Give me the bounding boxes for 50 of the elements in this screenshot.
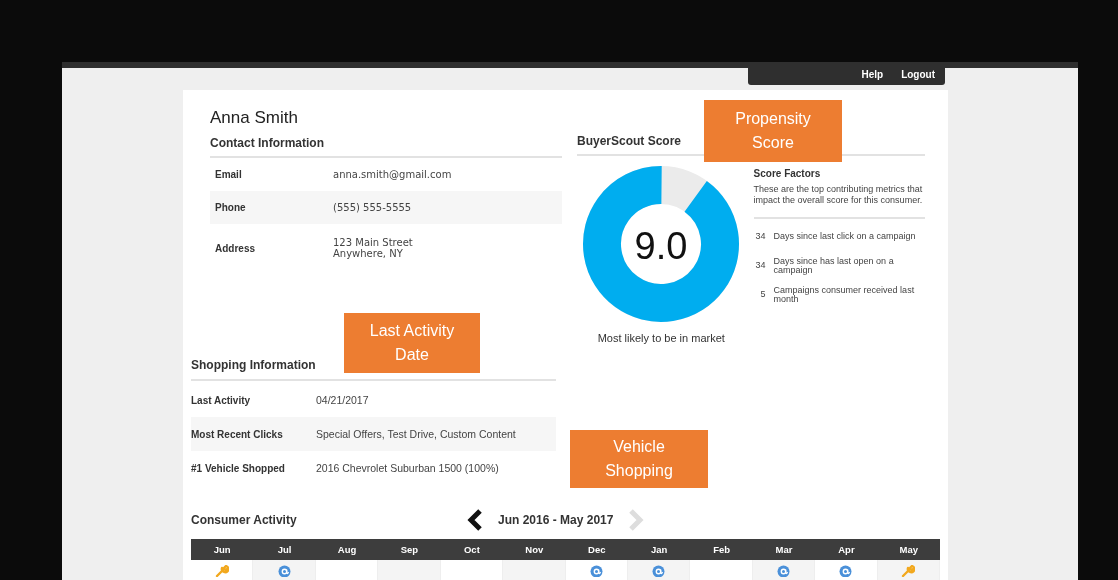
callout-label: Vehicle Shopping (570, 430, 708, 488)
field-label: Most Recent Clicks (191, 428, 284, 440)
field-value: 123 Main Street Anywhere, NY (333, 237, 413, 259)
wrench-icon (214, 565, 229, 577)
score-caption: Most likely to be in market (597, 332, 725, 344)
date-range: Jun 2016 - May 2017 (498, 513, 614, 527)
wrench-icon (901, 565, 916, 577)
month-header: Mar (752, 539, 816, 560)
email-icon (652, 565, 666, 577)
field-value: Special Offers, Test Drive, Custom Content (316, 428, 516, 440)
factor-count: 34 (754, 232, 766, 242)
month-header: Apr (815, 539, 878, 560)
factor-text: Campaigns consumer received last month (773, 285, 916, 305)
consumer-name: Anna Smith (210, 108, 299, 128)
field-value: anna.smith@gmail.com (333, 169, 452, 180)
month-header: Sep (378, 539, 441, 560)
email-icon (589, 565, 603, 577)
top-link[interactable]: Help (861, 68, 884, 85)
month-header: Nov (503, 539, 566, 560)
email-icon (839, 565, 853, 577)
factor-text: Days since has last open on a campaign (773, 256, 895, 276)
field-label: #1 Vehicle Shopped (191, 462, 286, 474)
month-header: Jul (253, 539, 316, 560)
field-label: Email (215, 169, 243, 180)
callout-label: Propensity Score (704, 100, 842, 162)
field-value: 04/21/2017 (316, 394, 369, 406)
field-value: (555) 555-5555 (333, 202, 412, 213)
factor-text: Days since last click on a campaign (773, 232, 916, 242)
factors-description: These are the top contributing metrics that impact the overall score for this consumer. (753, 184, 925, 219)
month-header: Jun (191, 539, 254, 560)
field-label: Last Activity (191, 394, 252, 406)
email-icon (277, 565, 291, 577)
month-header: Aug (315, 539, 379, 560)
callout-label: Last Activity Date (344, 313, 480, 373)
factors-heading: Score Factors (753, 168, 822, 179)
top-link[interactable]: Logout (901, 68, 935, 85)
month-header: May (877, 539, 941, 560)
month-header: Jan (627, 539, 691, 560)
section-heading: Contact Information (210, 136, 562, 158)
email-icon (777, 565, 790, 577)
score-value: 9.0 (634, 225, 688, 267)
field-label: Address (215, 242, 256, 254)
month-header: Dec (565, 539, 628, 560)
field-label: Phone (215, 202, 247, 213)
factor-count: 34 (754, 261, 766, 271)
factor-count: 5 (759, 290, 766, 300)
field-value: 2016 Chevrolet Suburban 1500 (100%) (316, 462, 499, 474)
month-header: Feb (690, 539, 753, 560)
section-heading: Consumer Activity (191, 513, 298, 527)
month-header: Oct (440, 539, 504, 560)
